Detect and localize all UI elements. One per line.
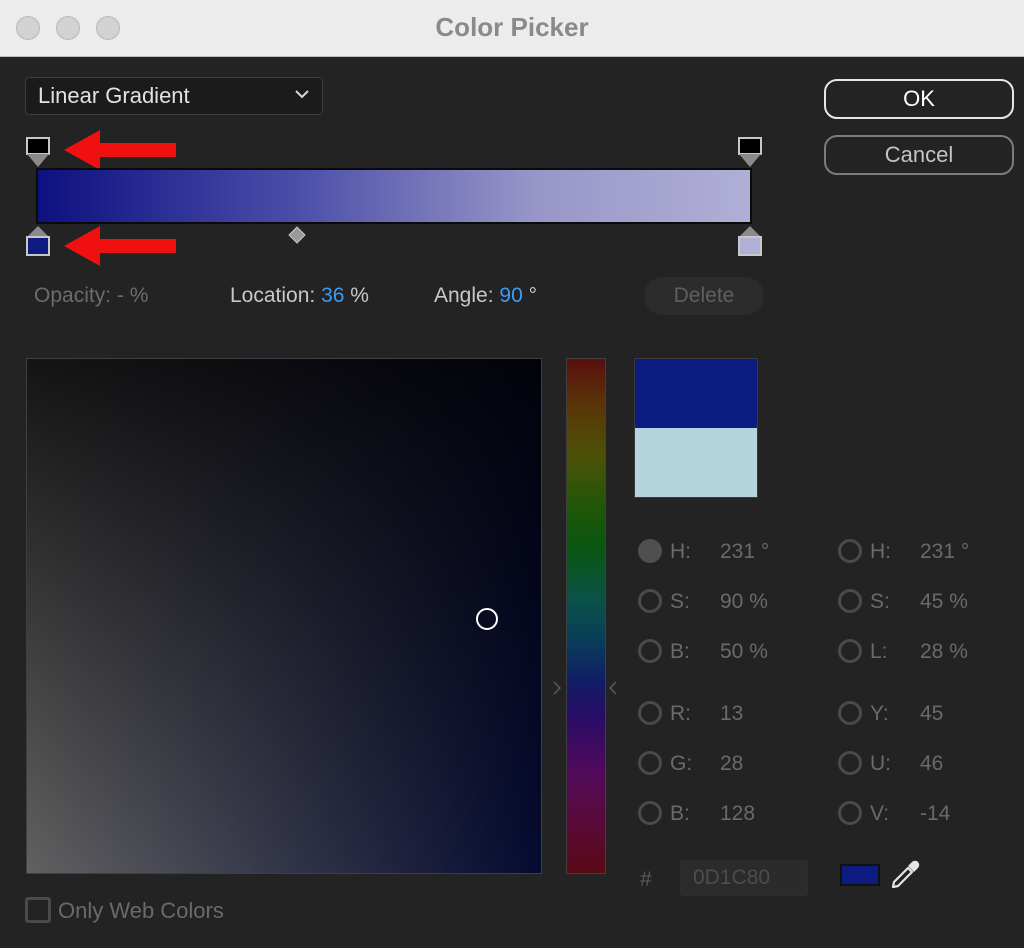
yuv-v-label: V: xyxy=(870,802,890,825)
hsb-b-label: B: xyxy=(670,640,690,663)
original-color-swatch[interactable] xyxy=(634,428,758,498)
radio-yuv-v[interactable] xyxy=(838,801,862,825)
only-web-colors-label: Only Web Colors xyxy=(58,898,224,923)
radio-hsb-s[interactable] xyxy=(638,589,662,613)
hue-slider-right-handle-icon[interactable] xyxy=(608,680,618,696)
new-color-swatch xyxy=(634,358,758,428)
yuv-y-label: Y: xyxy=(870,702,889,725)
midpoint-diamond[interactable] xyxy=(288,226,306,244)
color-stop-left[interactable] xyxy=(26,224,50,256)
hsl-l-label: L: xyxy=(870,640,888,663)
yuv-v-value[interactable]: -14 xyxy=(920,802,950,826)
window-title: Color Picker xyxy=(435,12,589,42)
hue-slider-left-handle-icon[interactable] xyxy=(552,680,562,696)
eyedropper-icon[interactable] xyxy=(888,858,922,892)
hsb-s-label: S: xyxy=(670,590,690,613)
color-field[interactable] xyxy=(26,358,542,874)
hsl-s-label: S: xyxy=(870,590,890,613)
yuv-y-value[interactable]: 45 xyxy=(920,702,943,726)
red-arrow-icon xyxy=(64,226,176,266)
radio-hsl-l[interactable] xyxy=(838,639,862,663)
hsl-s-value[interactable]: 45 % xyxy=(920,590,968,614)
opacity-stop-right[interactable] xyxy=(738,137,762,169)
radio-hsl-s[interactable] xyxy=(838,589,862,613)
hue-slider[interactable] xyxy=(566,358,606,874)
opacity-value: - % xyxy=(116,284,149,307)
radio-yuv-u[interactable] xyxy=(838,751,862,775)
hsb-s-value[interactable]: 90 % xyxy=(720,590,768,614)
angle-field: Angle: 90 ° xyxy=(434,284,537,308)
rgb-g-value[interactable]: 28 xyxy=(720,752,743,776)
color-stop-right[interactable] xyxy=(738,224,762,256)
location-field: Location: 36 % xyxy=(230,284,369,308)
hsl-l-value[interactable]: 28 % xyxy=(920,640,968,664)
location-unit: % xyxy=(350,284,369,307)
red-arrow-icon xyxy=(64,130,176,170)
gradient-type-dropdown[interactable]: Linear Gradient xyxy=(25,77,323,115)
cancel-button[interactable]: Cancel xyxy=(824,135,1014,175)
rgb-g-label: G: xyxy=(670,752,693,775)
rgb-r-value[interactable]: 13 xyxy=(720,702,743,726)
radio-yuv-y[interactable] xyxy=(838,701,862,725)
hsl-h-label: H: xyxy=(870,540,891,563)
opacity-stop-left[interactable] xyxy=(26,137,50,169)
rgb-r-label: R: xyxy=(670,702,691,725)
gradient-type-label: Linear Gradient xyxy=(38,83,190,108)
hsb-b-value[interactable]: 50 % xyxy=(720,640,768,664)
location-value[interactable]: 36 xyxy=(321,284,344,307)
current-color-chip xyxy=(840,864,880,886)
hex-hash-label: # xyxy=(640,868,652,891)
gradient-preview-bar[interactable] xyxy=(36,168,752,224)
hsl-h-value[interactable]: 231 ° xyxy=(920,540,969,564)
radio-rgb-b[interactable] xyxy=(638,801,662,825)
chevron-down-icon xyxy=(295,90,309,99)
yuv-u-value[interactable]: 46 xyxy=(920,752,943,776)
opacity-field: Opacity: - % xyxy=(34,284,148,308)
ok-button[interactable]: OK xyxy=(824,79,1014,119)
rgb-b-value[interactable]: 128 xyxy=(720,802,755,826)
angle-unit: ° xyxy=(528,284,537,307)
hsb-h-value[interactable]: 231 ° xyxy=(720,540,769,564)
radio-hsl-h[interactable] xyxy=(838,539,862,563)
rgb-b-label: B: xyxy=(670,802,690,825)
yuv-u-label: U: xyxy=(870,752,891,775)
location-label: Location: xyxy=(230,284,316,307)
angle-value[interactable]: 90 xyxy=(499,284,522,307)
radio-hsb-b[interactable] xyxy=(638,639,662,663)
opacity-label: Opacity: xyxy=(34,284,112,307)
hsb-h-label: H: xyxy=(670,540,691,563)
radio-rgb-g[interactable] xyxy=(638,751,662,775)
radio-rgb-r[interactable] xyxy=(638,701,662,725)
title-bar: Color Picker xyxy=(0,0,1024,57)
radio-hsb-h[interactable] xyxy=(638,539,662,563)
angle-label: Angle: xyxy=(434,284,494,307)
hex-input[interactable]: 0D1C80 xyxy=(680,860,808,896)
color-field-cursor[interactable] xyxy=(476,608,498,630)
delete-stop-button[interactable]: Delete xyxy=(644,277,764,315)
only-web-colors-checkbox[interactable] xyxy=(25,897,51,923)
